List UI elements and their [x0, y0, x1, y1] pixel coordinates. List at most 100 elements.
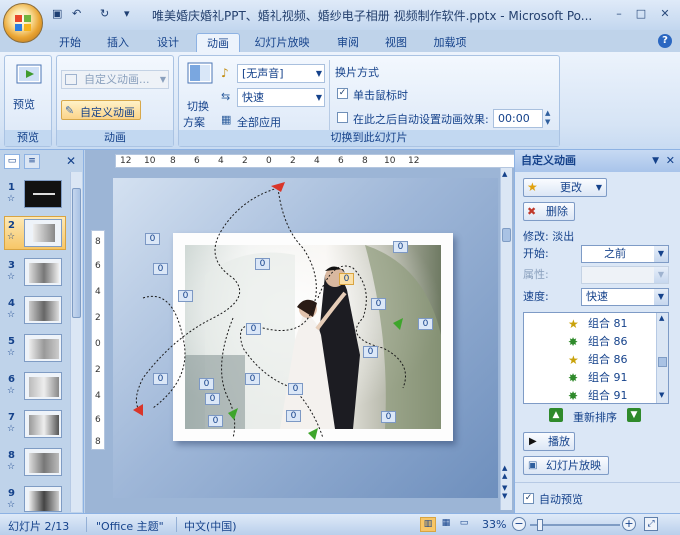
scrollbar-thumb[interactable] — [502, 228, 511, 242]
move-up-icon[interactable]: ▲ — [549, 408, 563, 422]
motion-path-end-marker-icon — [308, 428, 318, 440]
tab-animation[interactable]: 动画 — [196, 33, 240, 52]
next-slide-icon[interactable]: ▼ ▼ — [502, 484, 507, 500]
on-click-checkbox[interactable]: ✓ — [337, 88, 348, 99]
time-spinner-icon[interactable]: ▲ ▼ — [545, 109, 550, 127]
outline-tab-icon[interactable]: ≡ — [24, 154, 40, 169]
help-icon[interactable]: ? — [658, 34, 672, 48]
close-icon[interactable]: ✕ — [66, 154, 76, 168]
transition-scheme-button[interactable]: 切换 方案 — [181, 60, 219, 129]
animation-effect-list[interactable]: ★ 组合 81 ✸ 组合 86 ★ 组合 86 ✸ 组合 91 ✸ 组合 91 … — [523, 312, 669, 404]
animation-order-tag[interactable]: 0 — [371, 298, 386, 310]
autopreview-checkbox[interactable]: ✓ — [523, 493, 534, 504]
property-dropdown[interactable]: ▼ — [581, 266, 669, 284]
undo-icon[interactable]: ↶ — [72, 7, 81, 23]
slide-canvas[interactable]: 0 0 0 0 0 0 0 0 0 0 0 0 0 0 0 0 0 0 — [113, 178, 498, 498]
animation-order-tag[interactable]: 0 — [145, 233, 160, 245]
tab-view[interactable]: 视图 — [378, 33, 414, 52]
slide-thumb-image — [24, 258, 62, 286]
slide-vertical-scrollbar[interactable]: ▲ ▲ ▲ ▼ ▼ — [500, 168, 512, 510]
close-icon[interactable]: ✕ — [666, 150, 675, 172]
slides-tab-icon[interactable]: ▭ — [4, 154, 20, 169]
animation-order-tag[interactable]: 0 — [153, 263, 168, 275]
zoom-level[interactable]: 33% — [482, 518, 506, 531]
zoom-slider-track[interactable] — [530, 524, 620, 526]
office-button[interactable] — [3, 3, 43, 43]
tab-design[interactable]: 设计 — [150, 33, 186, 52]
motion-paths[interactable] — [113, 178, 498, 498]
auto-after-checkbox[interactable] — [337, 112, 348, 123]
transition-speed-dropdown[interactable]: 快速 ▼ — [237, 88, 325, 107]
slide-number: 3 — [8, 260, 15, 271]
transition-speed-value: 快速 — [242, 91, 264, 104]
move-down-icon[interactable]: ▼ — [627, 408, 641, 422]
animation-order-tag[interactable]: 0 — [199, 378, 214, 390]
animation-order-tag-selected[interactable]: 0 — [339, 273, 354, 285]
motion-path[interactable] — [240, 187, 324, 439]
scroll-up-icon[interactable]: ▲ — [659, 314, 664, 322]
motion-path[interactable] — [142, 296, 186, 409]
ribbon: 预览 预览 自定义动画... ▼ ✎ 自定义动画 动画 切换 方案 ♪ [无声音… — [0, 52, 680, 150]
motion-path[interactable] — [317, 265, 406, 389]
zoom-out-icon[interactable]: − — [512, 517, 526, 531]
slide-sorter-view-icon[interactable]: ▦ — [438, 517, 454, 532]
save-icon[interactable]: ▣ — [52, 7, 62, 23]
custom-animation-dropdown[interactable]: 自定义动画... ▼ — [61, 70, 169, 89]
preview-button[interactable]: 预览 — [9, 60, 49, 112]
pane-menu-icon[interactable]: ▼ — [652, 150, 659, 172]
sound-dropdown[interactable]: [无声音] ▼ — [237, 64, 325, 83]
slideshow-button[interactable]: ▣ 幻灯片放映 — [523, 456, 609, 475]
language-indicator[interactable]: 中文(中国) — [184, 518, 237, 534]
start-dropdown[interactable]: 之前 ▼ — [581, 245, 669, 263]
redo-icon[interactable]: ↻ — [100, 7, 109, 23]
animation-order-tag[interactable]: 0 — [393, 241, 408, 253]
animation-order-tag[interactable]: 0 — [286, 410, 301, 422]
scrollbar-thumb[interactable] — [658, 357, 667, 367]
change-effect-button[interactable]: ★ 更改 ▼ — [523, 178, 607, 197]
scrollbar-thumb[interactable] — [72, 188, 81, 318]
animation-order-tag[interactable]: 0 — [245, 373, 260, 385]
tab-addins[interactable]: 加载项 — [428, 33, 472, 52]
tab-home[interactable]: 开始 — [52, 33, 88, 52]
minimize-button[interactable]: – — [610, 6, 628, 22]
zoom-slider-thumb[interactable] — [536, 519, 543, 531]
scroll-down-icon[interactable]: ▼ — [659, 391, 664, 399]
tab-insert[interactable]: 插入 — [100, 33, 136, 52]
apply-all-button[interactable]: ▦ 全部应用 — [221, 112, 301, 130]
effect-list-scrollbar[interactable]: ▲ ▼ — [656, 313, 668, 403]
scroll-up-icon[interactable]: ▲ — [502, 170, 507, 178]
animation-order-tag[interactable]: 0 — [418, 318, 433, 330]
animation-order-tag[interactable]: 0 — [363, 346, 378, 358]
previous-slide-icon[interactable]: ▲ ▲ — [502, 464, 507, 480]
entrance-star-icon: ✸ — [568, 389, 579, 403]
slide-thumb-image — [24, 296, 62, 324]
status-separator — [176, 517, 177, 532]
slideshow-view-icon[interactable]: ▭ — [456, 517, 472, 532]
animation-order-tag[interactable]: 0 — [153, 373, 168, 385]
close-button[interactable]: ✕ — [656, 6, 674, 22]
normal-view-icon[interactable]: ▥ — [420, 517, 436, 532]
play-button[interactable]: ▶ 播放 — [523, 432, 575, 451]
animation-order-tag[interactable]: 0 — [288, 383, 303, 395]
fit-to-window-icon[interactable]: ⤢ — [644, 517, 658, 531]
tab-review[interactable]: 审阅 — [330, 33, 366, 52]
tab-slideshow[interactable]: 幻灯片放映 — [248, 33, 316, 52]
slide-number: 8 — [8, 450, 15, 461]
speed-dropdown[interactable]: 快速 ▼ — [581, 288, 669, 306]
customize-toolbar-icon[interactable]: ▾ — [124, 7, 130, 23]
maximize-button[interactable]: □ — [632, 6, 650, 22]
remove-effect-button[interactable]: ✖ 删除 — [523, 202, 575, 221]
zoom-in-icon[interactable]: + — [622, 517, 636, 531]
animation-order-tag[interactable]: 0 — [205, 393, 220, 405]
slides-panel-scrollbar[interactable] — [70, 172, 82, 512]
animation-order-tag[interactable]: 0 — [381, 411, 396, 423]
remove-icon: ✖ — [527, 205, 537, 218]
start-label: 开始: — [523, 247, 549, 260]
custom-animation-button[interactable]: ✎ 自定义动画 — [61, 100, 141, 120]
animation-order-tag[interactable]: 0 — [178, 290, 193, 302]
animation-order-tag[interactable]: 0 — [255, 258, 270, 270]
motion-path[interactable] — [221, 317, 236, 439]
auto-after-time-input[interactable]: 00:00 — [493, 109, 543, 128]
animation-order-tag[interactable]: 0 — [246, 323, 261, 335]
animation-order-tag[interactable]: 0 — [208, 415, 223, 427]
